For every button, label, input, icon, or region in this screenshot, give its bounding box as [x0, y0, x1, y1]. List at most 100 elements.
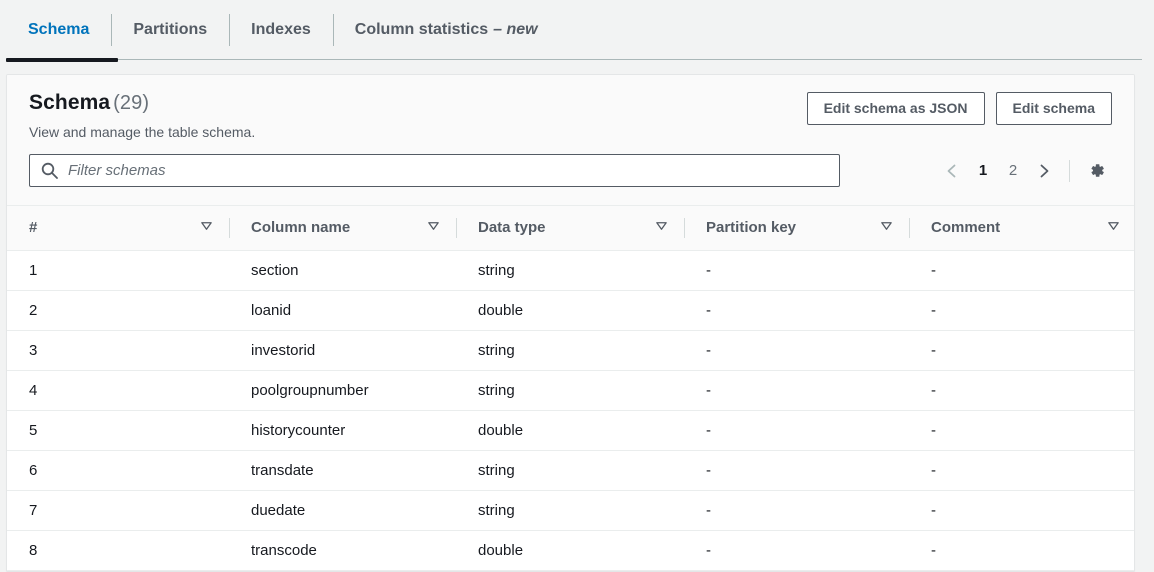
cell-comment: -	[909, 370, 1134, 411]
pagination-divider	[1069, 159, 1070, 182]
column-header-comment[interactable]: Comment	[909, 206, 1134, 251]
column-header-column-name[interactable]: Column name	[229, 206, 456, 251]
sort-triangle-icon	[1107, 219, 1120, 236]
table-row: 3 investorid string - -	[7, 330, 1134, 371]
filter-row: 1 2	[29, 154, 1112, 187]
schema-table: # Column name Data type Partition key Co…	[7, 206, 1134, 571]
tab-underline	[6, 59, 1142, 60]
column-header-data-type[interactable]: Data type	[456, 206, 684, 251]
cell-comment: -	[909, 530, 1134, 571]
edit-schema-button[interactable]: Edit schema	[995, 92, 1112, 125]
table-head: # Column name Data type Partition key Co…	[7, 206, 1134, 251]
tab-active-indicator	[6, 58, 118, 62]
cell-data-type: double	[456, 290, 684, 331]
cell-column-name: transdate	[229, 450, 456, 491]
cell-partition-key: -	[684, 410, 909, 451]
tab-label: Indexes	[251, 21, 311, 38]
tab-label: Schema	[28, 21, 90, 38]
table-row: 6 transdate string - -	[7, 450, 1134, 491]
cell-comment: -	[909, 250, 1134, 291]
cell-data-type: string	[456, 370, 684, 411]
column-header-label: Comment	[931, 219, 1001, 237]
edit-schema-as-json-button[interactable]: Edit schema as JSON	[806, 92, 985, 125]
panel-subtitle: View and manage the table schema.	[29, 124, 256, 140]
table-row: 2 loanid double - -	[7, 290, 1134, 331]
cell-data-type: double	[456, 410, 684, 451]
column-header-number[interactable]: #	[7, 206, 229, 251]
cell-number: 6	[7, 450, 229, 491]
page-2-button[interactable]: 2	[999, 156, 1027, 186]
column-header-partition-key[interactable]: Partition key	[684, 206, 909, 251]
cell-data-type: string	[456, 490, 684, 531]
tab-list: Schema Partitions Indexes Column statist…	[0, 0, 1154, 60]
cell-number: 5	[7, 410, 229, 451]
cell-data-type: string	[456, 250, 684, 291]
cell-partition-key: -	[684, 370, 909, 411]
column-header-label: Data type	[478, 219, 546, 237]
cell-data-type: string	[456, 330, 684, 371]
cell-data-type: double	[456, 530, 684, 571]
gear-icon[interactable]	[1082, 157, 1110, 185]
table-row: 1 section string - -	[7, 250, 1134, 291]
sort-triangle-icon	[880, 219, 893, 236]
sort-triangle-icon	[655, 219, 668, 236]
search-wrapper	[29, 154, 840, 187]
cell-partition-key: -	[684, 250, 909, 291]
table-row: 8 transcode double - -	[7, 530, 1134, 571]
cell-column-name: loanid	[229, 290, 456, 331]
cell-partition-key: -	[684, 450, 909, 491]
tab-label: Column statistics	[354, 21, 489, 38]
column-header-label: #	[29, 219, 38, 237]
chevron-left-icon[interactable]	[937, 156, 967, 186]
cell-partition-key: -	[684, 290, 909, 331]
title-block: Schema (29) View and manage the table sch…	[29, 89, 255, 140]
page-title-text: Schema	[29, 91, 111, 114]
tab-column-statistics[interactable]: Column statistics – new	[332, 0, 560, 60]
cell-partition-key: -	[684, 490, 909, 531]
cell-number: 3	[7, 330, 229, 371]
panel-title-row: Schema (29) View and manage the table sch…	[29, 89, 1112, 140]
panel-header: Schema (29) View and manage the table sch…	[7, 75, 1134, 206]
cell-number: 2	[7, 290, 229, 331]
tab-new-badge: – new	[493, 21, 538, 38]
pagination: 1 2	[937, 156, 1112, 186]
table-body: 1 section string - -2 loanid double - -3 investor…	[7, 250, 1134, 571]
table-row: 7 duedate string - -	[7, 490, 1134, 531]
sort-triangle-icon	[427, 219, 440, 236]
tab-indexes[interactable]: Indexes	[229, 0, 333, 60]
cell-column-name: historycounter	[229, 410, 456, 451]
cell-column-name: section	[229, 250, 456, 291]
table-row: 4 poolgroupnumber string - -	[7, 370, 1134, 411]
tab-bar: Schema Partitions Indexes Column statist…	[0, 0, 1154, 62]
cell-partition-key: -	[684, 330, 909, 371]
schema-panel: Schema (29) View and manage the table sch…	[6, 74, 1135, 572]
schema-count: (29)	[113, 92, 150, 114]
table-row: 5 historycounter double - -	[7, 410, 1134, 451]
cell-data-type: string	[456, 450, 684, 491]
cell-number: 7	[7, 490, 229, 531]
page-1-button[interactable]: 1	[969, 156, 997, 186]
page-title: Schema (29)	[29, 91, 255, 115]
column-header-label: Partition key	[706, 219, 797, 237]
table-header-row: # Column name Data type Partition key Co…	[7, 206, 1134, 251]
cell-partition-key: -	[684, 530, 909, 571]
cell-comment: -	[909, 490, 1134, 531]
cell-column-name: transcode	[229, 530, 456, 571]
cell-comment: -	[909, 290, 1134, 331]
tab-schema[interactable]: Schema	[6, 0, 111, 60]
cell-number: 8	[7, 530, 229, 571]
chevron-right-icon[interactable]	[1029, 156, 1059, 186]
panel-actions: Edit schema as JSON Edit schema	[806, 89, 1112, 125]
tab-partitions[interactable]: Partitions	[111, 0, 229, 60]
tab-label: Partitions	[133, 21, 208, 38]
cell-comment: -	[909, 450, 1134, 491]
cell-comment: -	[909, 330, 1134, 371]
sort-triangle-icon	[200, 219, 213, 236]
cell-column-name: duedate	[229, 490, 456, 531]
cell-column-name: poolgroupnumber	[229, 370, 456, 411]
search-input[interactable]	[29, 154, 840, 187]
column-header-label: Column name	[251, 219, 351, 237]
cell-number: 4	[7, 370, 229, 411]
cell-column-name: investorid	[229, 330, 456, 371]
cell-comment: -	[909, 410, 1134, 451]
